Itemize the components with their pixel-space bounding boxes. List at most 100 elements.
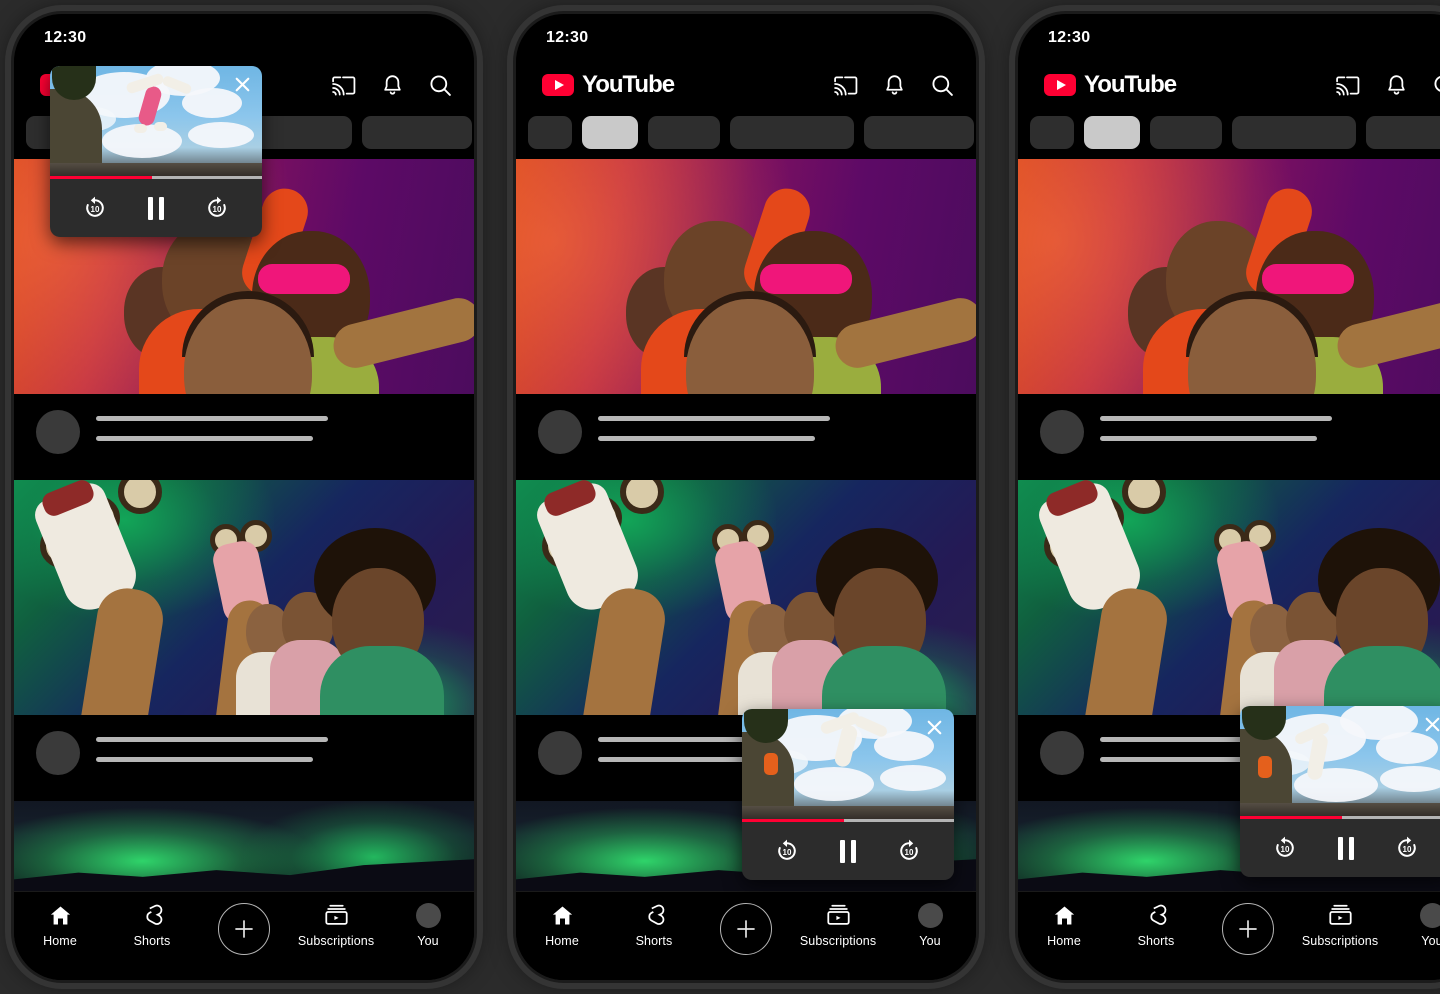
nav-create[interactable] — [1206, 902, 1290, 955]
channel-avatar[interactable] — [1040, 731, 1084, 775]
filter-chip[interactable] — [362, 116, 472, 149]
filter-chip-row[interactable] — [516, 108, 976, 159]
mini-player-video[interactable] — [50, 66, 262, 179]
forward-10-icon[interactable]: 10 — [1390, 831, 1424, 865]
rewind-10-icon[interactable]: 10 — [78, 191, 112, 225]
youtube-logo[interactable]: YouTube — [542, 71, 675, 99]
video-thumbnail-concert[interactable] — [516, 159, 976, 394]
forward-10-icon[interactable]: 10 — [892, 834, 926, 868]
mini-player-controls: 10 10 — [50, 179, 262, 237]
bell-icon[interactable] — [382, 74, 403, 97]
search-icon[interactable] — [429, 74, 452, 97]
playback-progress-bar[interactable] — [742, 819, 954, 822]
video-thumbnail-aurora[interactable] — [14, 801, 474, 897]
nav-shorts[interactable]: Shorts — [1114, 902, 1198, 948]
nav-subscriptions[interactable]: Subscriptions — [796, 902, 880, 948]
bell-icon[interactable] — [884, 74, 905, 97]
nav-subscriptions[interactable]: Subscriptions — [1298, 902, 1382, 948]
rewind-10-icon[interactable]: 10 — [1268, 831, 1302, 865]
filter-chip-row[interactable] — [1018, 108, 1440, 159]
video-meta-row — [1018, 394, 1440, 480]
channel-avatar[interactable] — [36, 731, 80, 775]
svg-text:10: 10 — [1280, 845, 1289, 854]
filter-chip[interactable] — [1232, 116, 1356, 149]
close-icon[interactable] — [923, 716, 945, 738]
nav-you-label: You — [417, 934, 439, 948]
pause-icon[interactable] — [1329, 831, 1363, 865]
app-bar-actions — [833, 74, 954, 97]
video-thumbnail-rollerskate[interactable] — [14, 480, 474, 715]
nav-you[interactable]: You — [386, 902, 470, 948]
youtube-logo[interactable]: YouTube — [1044, 71, 1177, 99]
nav-home-label: Home — [1047, 934, 1081, 948]
nav-you[interactable]: You — [888, 902, 972, 948]
filter-chip[interactable] — [648, 116, 720, 149]
shorts-icon — [1145, 902, 1168, 928]
cast-icon[interactable] — [833, 75, 858, 96]
phone-2: 12:30 YouTube 10 10 Home Shorts Subscrip… — [516, 14, 976, 980]
nav-create[interactable] — [202, 902, 286, 955]
youtube-play-badge-icon — [1044, 74, 1076, 96]
subtitle-placeholder — [598, 436, 815, 441]
nav-create[interactable] — [704, 902, 788, 955]
shorts-icon — [643, 902, 666, 928]
playback-progress-bar[interactable] — [50, 176, 262, 179]
cast-icon[interactable] — [1335, 75, 1360, 96]
nav-home-label: Home — [43, 934, 77, 948]
channel-avatar[interactable] — [538, 731, 582, 775]
video-thumbnail-rollerskate[interactable] — [1018, 480, 1440, 715]
mini-player[interactable]: 10 10 — [1240, 706, 1440, 877]
nav-subscriptions[interactable]: Subscriptions — [294, 902, 378, 948]
rewind-10-icon[interactable]: 10 — [770, 834, 804, 868]
bell-icon[interactable] — [1386, 74, 1407, 97]
nav-you-label: You — [919, 934, 941, 948]
close-icon[interactable] — [1421, 713, 1440, 735]
phone-3: 12:30 YouTube 10 10 Home Shorts Subscrip… — [1018, 14, 1440, 980]
mini-player-video[interactable] — [1240, 706, 1440, 819]
mini-player[interactable]: 10 10 — [50, 66, 262, 237]
mini-player[interactable]: 10 10 — [742, 709, 954, 880]
status-bar: 12:30 — [1018, 14, 1440, 62]
app-bar: YouTube — [516, 62, 976, 108]
filter-chip[interactable] — [528, 116, 572, 149]
filter-chip[interactable] — [864, 116, 974, 149]
nav-home[interactable]: Home — [18, 902, 102, 948]
cast-icon[interactable] — [331, 75, 356, 96]
filter-chip-active[interactable] — [582, 116, 638, 149]
nav-home[interactable]: Home — [520, 902, 604, 948]
pause-icon[interactable] — [139, 191, 173, 225]
nav-subscriptions-label: Subscriptions — [297, 934, 375, 948]
pause-icon[interactable] — [831, 834, 865, 868]
video-thumbnail-rollerskate[interactable] — [516, 480, 976, 715]
forward-10-icon[interactable]: 10 — [200, 191, 234, 225]
nav-you[interactable]: You — [1390, 902, 1440, 948]
avatar-icon — [917, 902, 943, 928]
video-thumbnail-concert[interactable] — [1018, 159, 1440, 394]
search-icon[interactable] — [1433, 74, 1440, 97]
filter-chip-active[interactable] — [1084, 116, 1140, 149]
filter-chip[interactable] — [1150, 116, 1222, 149]
filter-chip[interactable] — [730, 116, 854, 149]
channel-avatar[interactable] — [1040, 410, 1084, 454]
plus-icon — [1222, 903, 1274, 955]
status-time: 12:30 — [44, 29, 87, 46]
nav-home[interactable]: Home — [1022, 902, 1106, 948]
svg-text:10: 10 — [1403, 845, 1412, 854]
channel-avatar[interactable] — [36, 410, 80, 454]
mini-player-video[interactable] — [742, 709, 954, 822]
nav-shorts[interactable]: Shorts — [612, 902, 696, 948]
phone-2-screen: 12:30 YouTube 10 10 Home Shorts Subscrip… — [516, 14, 976, 980]
video-meta-row — [516, 394, 976, 480]
channel-avatar[interactable] — [538, 410, 582, 454]
status-time: 12:30 — [1048, 29, 1091, 46]
nav-shorts[interactable]: Shorts — [110, 902, 194, 948]
app-bar-actions — [1335, 74, 1440, 97]
youtube-play-badge-icon — [542, 74, 574, 96]
search-icon[interactable] — [931, 74, 954, 97]
filter-chip[interactable] — [1030, 116, 1074, 149]
bottom-navigation: Home Shorts Subscriptions You — [516, 891, 976, 980]
filter-chip[interactable] — [1366, 116, 1440, 149]
close-icon[interactable] — [231, 73, 253, 95]
nav-shorts-label: Shorts — [1137, 934, 1175, 948]
playback-progress-bar[interactable] — [1240, 816, 1440, 819]
